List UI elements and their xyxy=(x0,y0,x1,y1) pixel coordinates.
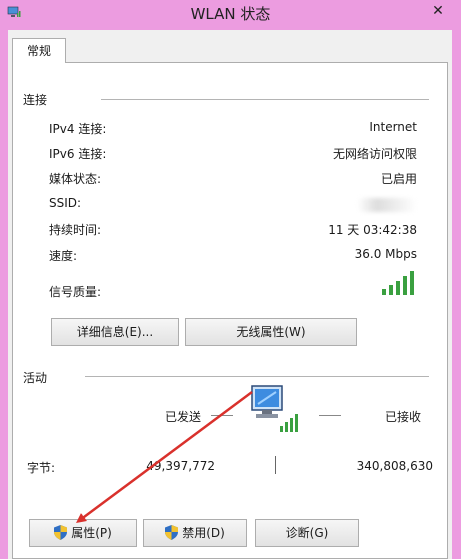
wireless-properties-button[interactable]: 无线属性(W) xyxy=(185,318,357,346)
ipv4-label: IPv4 连接: xyxy=(49,122,107,136)
close-icon: ✕ xyxy=(432,3,444,19)
bytes-separator xyxy=(275,456,276,474)
received-label: 已接收 xyxy=(385,410,422,424)
properties-button[interactable]: 属性(P) xyxy=(29,519,137,547)
window-title: WLAN 状态 xyxy=(190,5,271,23)
close-button[interactable]: ✕ xyxy=(423,0,453,22)
ipv4-value: Internet xyxy=(369,120,417,134)
properties-button-label: 属性(P) xyxy=(71,526,112,540)
tab-panel: 连接 IPv4 连接: Internet IPv6 连接: 无网络访问权限 媒体… xyxy=(12,62,448,559)
diagnose-button[interactable]: 诊断(G) xyxy=(255,519,359,547)
uac-shield-icon xyxy=(54,525,68,540)
ipv6-value: 无网络访问权限 xyxy=(332,147,417,161)
signal-quality-label: 信号质量: xyxy=(49,285,102,299)
details-button[interactable]: 详细信息(E)... xyxy=(51,318,179,346)
bytes-label: 字节: xyxy=(27,461,56,475)
connection-group-title: 连接 xyxy=(23,93,48,107)
title-bar[interactable]: WLAN 状态 ✕ xyxy=(0,0,461,30)
sent-dash xyxy=(211,415,233,416)
received-dash xyxy=(319,415,341,416)
ssid-redacted xyxy=(357,198,417,212)
duration-label: 持续时间: xyxy=(49,223,102,237)
speed-value: 36.0 Mbps xyxy=(354,247,417,261)
activity-divider xyxy=(85,376,429,377)
media-state-label: 媒体状态: xyxy=(49,172,102,186)
dialog-client: 常规 连接 IPv4 连接: Internet IPv6 连接: 无网络访问权限… xyxy=(8,30,452,559)
bytes-received-value: 340,808,630 xyxy=(356,459,433,473)
tab-general[interactable]: 常规 xyxy=(12,38,66,63)
disable-button[interactable]: 禁用(D) xyxy=(143,519,247,547)
signal-strength-icon xyxy=(382,271,414,295)
bytes-sent-value: 49,397,772 xyxy=(146,459,215,473)
uac-shield-icon xyxy=(165,525,179,540)
speed-label: 速度: xyxy=(49,249,78,263)
sent-label: 已发送 xyxy=(165,410,202,424)
duration-value: 11 天 03:42:38 xyxy=(328,223,417,237)
ipv6-label: IPv6 连接: xyxy=(49,147,107,161)
network-activity-icon xyxy=(251,385,298,432)
media-state-value: 已启用 xyxy=(380,172,417,186)
disable-button-label: 禁用(D) xyxy=(182,526,225,540)
activity-group-title: 活动 xyxy=(23,371,48,385)
ssid-label: SSID: xyxy=(49,196,82,210)
connection-divider xyxy=(101,99,429,100)
